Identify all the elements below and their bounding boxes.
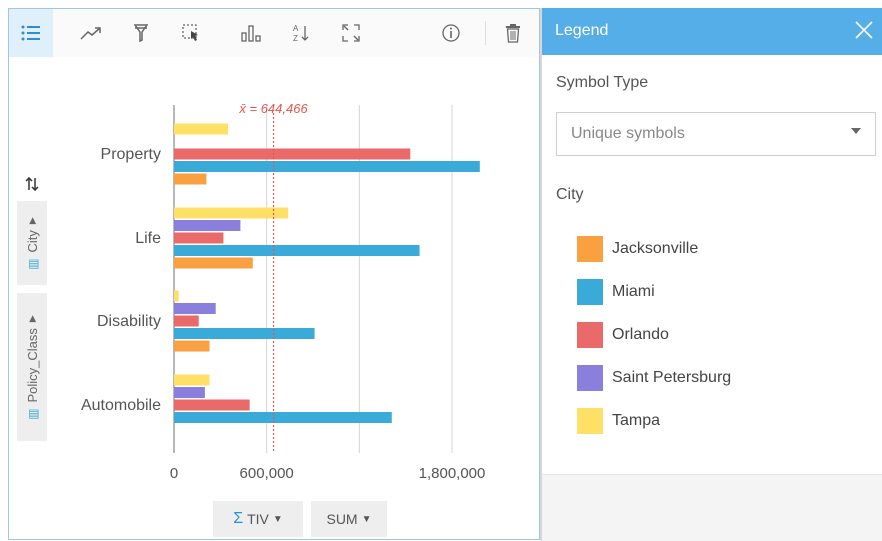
bar-chart: Property Life Disability Automobile x̄ = 644… bbox=[81, 101, 486, 482]
policy-class-field-tab[interactable]: ▥ Policy_Class ▶ bbox=[17, 293, 47, 441]
bar bbox=[174, 412, 392, 423]
bar bbox=[174, 328, 315, 339]
caret-right-icon: ▶ bbox=[26, 314, 37, 322]
legend-footer bbox=[542, 474, 882, 541]
legend-item-label: Orlando bbox=[612, 326, 669, 343]
legend-item[interactable]: Miami bbox=[577, 278, 655, 306]
app-root: AZ Property Life Disability Automobile x̄ = … bbox=[0, 0, 882, 541]
svg-text:Z: Z bbox=[293, 34, 298, 43]
bar bbox=[174, 123, 229, 135]
sort-icon[interactable] bbox=[25, 176, 39, 194]
color-swatch bbox=[577, 408, 603, 434]
sum-label: SUM bbox=[326, 511, 358, 527]
x-tick-label: 600,000 bbox=[240, 465, 294, 482]
caret-right-icon: ▶ bbox=[26, 216, 37, 224]
color-swatch bbox=[577, 365, 603, 391]
legend-field-label: City bbox=[556, 186, 584, 203]
trend-icon[interactable] bbox=[69, 9, 113, 57]
legend-item-label: Miami bbox=[612, 283, 655, 300]
symbol-type-label: Symbol Type bbox=[556, 74, 649, 91]
legend-item[interactable]: Orlando bbox=[577, 321, 669, 349]
chevron-down-icon bbox=[851, 128, 861, 134]
legend-item-label: Jacksonville bbox=[612, 240, 699, 257]
select-icon[interactable] bbox=[169, 9, 213, 57]
bar bbox=[174, 220, 241, 231]
policy-class-field-label: Policy_Class bbox=[24, 327, 40, 402]
svg-text:A: A bbox=[293, 24, 299, 33]
close-icon[interactable] bbox=[852, 18, 876, 42]
legend-item-label: Saint Petersburg bbox=[612, 369, 732, 386]
color-swatch bbox=[577, 322, 603, 348]
legend-item[interactable]: Jacksonville bbox=[577, 235, 698, 263]
bar bbox=[174, 173, 207, 185]
info-icon[interactable] bbox=[429, 9, 473, 57]
category-label: Life bbox=[135, 230, 161, 247]
bar-field-icon: ▥ bbox=[25, 257, 39, 270]
category-label: Disability bbox=[97, 313, 161, 330]
symbol-type-value: Unique symbols bbox=[571, 125, 685, 142]
caret-down-icon: ▼ bbox=[361, 513, 372, 525]
symbol-type-select[interactable]: Unique symbols bbox=[556, 112, 876, 156]
city-field-label: City bbox=[24, 229, 40, 252]
bar bbox=[174, 257, 253, 269]
legend-title: Legend bbox=[555, 22, 609, 39]
chart-toolbar: AZ bbox=[9, 9, 539, 57]
trash-icon[interactable] bbox=[491, 9, 535, 57]
color-swatch bbox=[577, 279, 603, 305]
bar bbox=[174, 232, 224, 244]
bar bbox=[174, 148, 411, 160]
caret-down-icon: ▼ bbox=[272, 513, 283, 525]
legend-panel: Legend Symbol Type Unique symbols City J… bbox=[542, 8, 882, 541]
legend-item[interactable]: Saint Petersburg bbox=[577, 364, 731, 392]
mean-label: x̄ = 644,466 bbox=[238, 101, 308, 116]
bar bbox=[174, 387, 205, 398]
category-label: Automobile bbox=[81, 397, 161, 414]
toolbar-divider bbox=[485, 21, 486, 45]
sigma-icon: Σ bbox=[233, 510, 244, 527]
chart-card: AZ Property Life Disability Automobile x̄ = … bbox=[8, 8, 540, 540]
bar bbox=[174, 303, 216, 314]
sum-stat-button[interactable]: SUM ▼ bbox=[311, 501, 387, 537]
city-field-tab[interactable]: ▥ City ▶ bbox=[17, 201, 47, 285]
legend-header: Legend bbox=[542, 8, 882, 55]
bar bbox=[174, 399, 250, 411]
bar-chart-icon[interactable] bbox=[229, 9, 273, 57]
bar bbox=[174, 245, 420, 256]
bar-field-icon: ▥ bbox=[25, 408, 39, 420]
expand-icon[interactable] bbox=[329, 9, 373, 57]
bar bbox=[174, 340, 210, 352]
bar bbox=[174, 315, 199, 327]
legend-item[interactable]: Tampa bbox=[577, 407, 660, 435]
color-swatch bbox=[577, 236, 603, 262]
list-icon[interactable] bbox=[9, 9, 53, 57]
x-tick-label: 1,800,000 bbox=[419, 465, 486, 482]
bar bbox=[174, 290, 179, 302]
filter-icon[interactable] bbox=[119, 9, 163, 57]
legend-item-label: Tampa bbox=[612, 412, 661, 429]
tiv-field-button[interactable]: Σ TIV ▼ bbox=[213, 501, 303, 537]
bar bbox=[174, 161, 480, 172]
bar bbox=[174, 207, 289, 219]
chart-area: Property Life Disability Automobile x̄ = 644… bbox=[9, 57, 539, 541]
bar bbox=[174, 374, 210, 386]
x-tick-label: 0 bbox=[170, 465, 178, 482]
category-label: Property bbox=[101, 146, 161, 163]
sort-az-icon[interactable]: AZ bbox=[279, 9, 323, 57]
tiv-label: TIV bbox=[247, 511, 269, 527]
